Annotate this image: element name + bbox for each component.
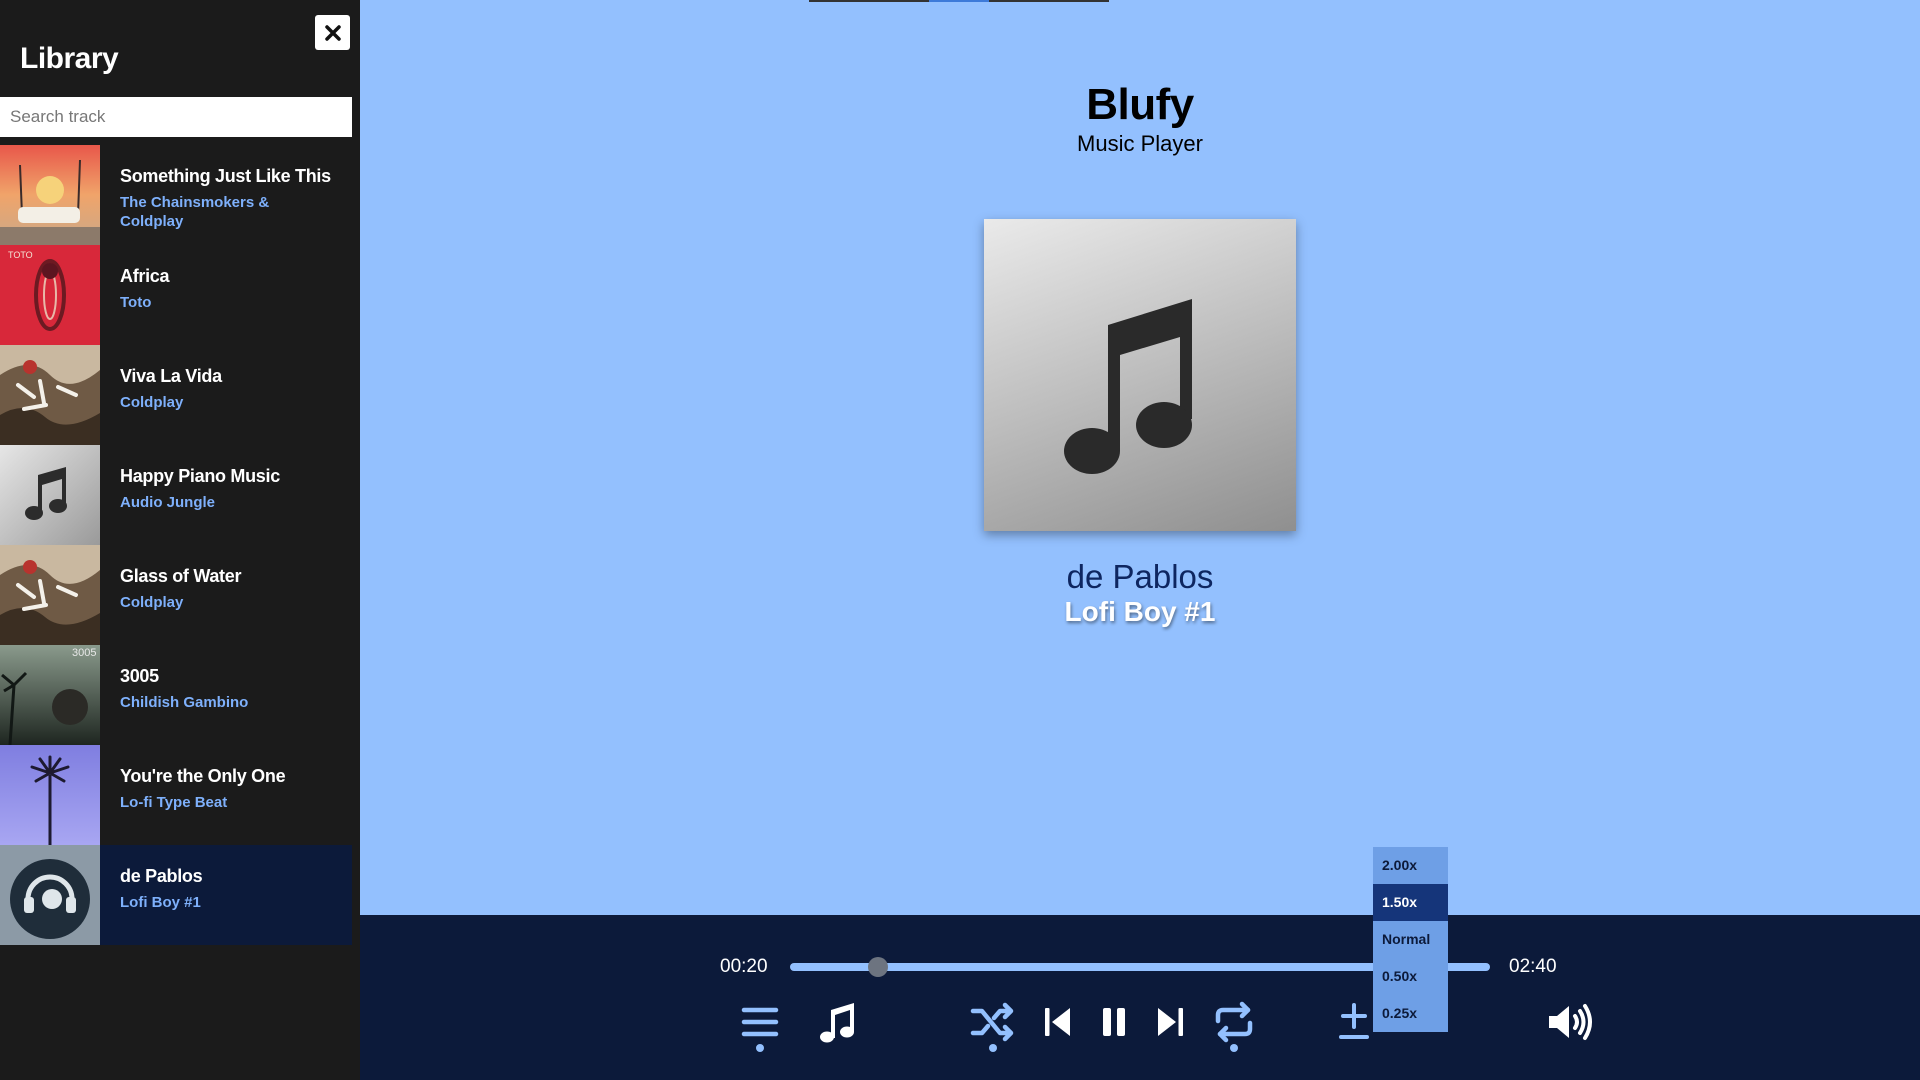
album-cover [0, 545, 100, 645]
track-item[interactable]: 3005 3005 Childish Gambino [0, 645, 352, 745]
track-artist: Lo-fi Type Beat [120, 794, 228, 811]
active-dot [989, 1044, 997, 1052]
track-item[interactable]: Happy Piano Music Audio Jungle [0, 445, 352, 545]
lyrics-button[interactable] [812, 996, 864, 1048]
track-item[interactable]: TOTO Africa Toto [0, 245, 352, 345]
shuffle-icon [970, 1002, 1014, 1042]
track-title: Something Just Like This [120, 166, 331, 186]
cover-label: TOTO [8, 250, 33, 260]
track-artist: Toto [120, 294, 152, 311]
track-title: de Pablos [120, 866, 203, 886]
speed-option-1-5x[interactable]: 1.50x [1373, 884, 1448, 921]
album-cover [0, 745, 100, 845]
library-toggle-button[interactable] [734, 996, 786, 1052]
track-artist: Coldplay [120, 394, 184, 411]
track-title: Viva La Vida [120, 366, 222, 386]
next-button[interactable] [1144, 996, 1196, 1048]
top-indicator-mark [929, 0, 989, 2]
track-title: Glass of Water [120, 566, 242, 586]
album-cover [0, 345, 100, 445]
next-icon [1158, 1008, 1183, 1036]
repeat-icon [1215, 1001, 1253, 1043]
pause-icon [1103, 1008, 1125, 1036]
search-track-input[interactable] [0, 97, 352, 137]
track-artist: Coldplay [120, 594, 184, 611]
album-cover: 3005 [0, 645, 100, 745]
track-title: Happy Piano Music [120, 466, 280, 486]
volume-icon [1549, 1004, 1592, 1040]
pause-button[interactable] [1088, 996, 1140, 1048]
cover-label: 3005 [72, 647, 96, 659]
speed-option-0-25x[interactable]: 0.25x [1373, 995, 1448, 1032]
playback-speed-menu: 2.00x 1.50x Normal 0.50x 0.25x [1373, 847, 1448, 1032]
album-cover [0, 845, 100, 945]
now-playing-cover [984, 219, 1296, 531]
track-artist: Childish Gambino [120, 694, 249, 711]
playback-speed-icon [1339, 1003, 1369, 1039]
previous-button[interactable] [1032, 996, 1084, 1048]
track-title: Africa [120, 266, 170, 286]
now-playing-artist: de Pablos [1066, 558, 1214, 595]
track-artist: The Chainsmokers & Coldplay [120, 194, 270, 230]
current-time: 00:20 [720, 956, 768, 977]
seek-knob[interactable] [867, 957, 888, 977]
track-artist: Lofi Boy #1 [120, 894, 201, 911]
shuffle-button[interactable] [967, 996, 1019, 1052]
track-artist: Audio Jungle [120, 494, 215, 511]
app-subtitle: Music Player [1077, 131, 1203, 156]
music-note-icon [1064, 299, 1192, 474]
speed-option-2x[interactable]: 2.00x [1373, 847, 1448, 884]
album-cover [0, 145, 100, 245]
menu-icon [741, 1007, 779, 1037]
track-item[interactable]: Something Just Like This The Chainsmoker… [0, 145, 352, 245]
library-sidebar: Library Something Just Like This The Ch [0, 0, 360, 1080]
repeat-button[interactable] [1208, 996, 1260, 1052]
library-title: Library [20, 42, 119, 75]
total-time: 02:40 [1509, 956, 1557, 977]
track-item[interactable]: Viva La Vida Coldplay [0, 345, 352, 445]
close-library-button[interactable] [315, 15, 350, 50]
close-icon [324, 24, 341, 41]
track-title: 3005 [120, 666, 159, 686]
album-cover: TOTO [0, 245, 100, 345]
track-item[interactable]: Glass of Water Coldplay [0, 545, 352, 645]
album-cover [0, 445, 100, 545]
previous-icon [1045, 1008, 1070, 1036]
volume-button[interactable] [1546, 996, 1598, 1048]
active-dot [756, 1044, 764, 1052]
music-note-icon [820, 1003, 854, 1043]
track-item-active[interactable]: de Pablos Lofi Boy #1 [0, 845, 352, 945]
player-bar [360, 915, 1920, 1080]
active-dot [1230, 1044, 1238, 1052]
now-playing-title: Lofi Boy #1 [1064, 596, 1216, 627]
speed-option-normal[interactable]: Normal [1373, 921, 1448, 958]
app-title: Blufy [1086, 80, 1194, 129]
track-item[interactable]: You're the Only One Lo-fi Type Beat [0, 745, 352, 845]
speed-option-0-5x[interactable]: 0.50x [1373, 958, 1448, 995]
track-list: Something Just Like This The Chainsmoker… [0, 145, 352, 945]
track-title: You're the Only One [120, 766, 286, 786]
